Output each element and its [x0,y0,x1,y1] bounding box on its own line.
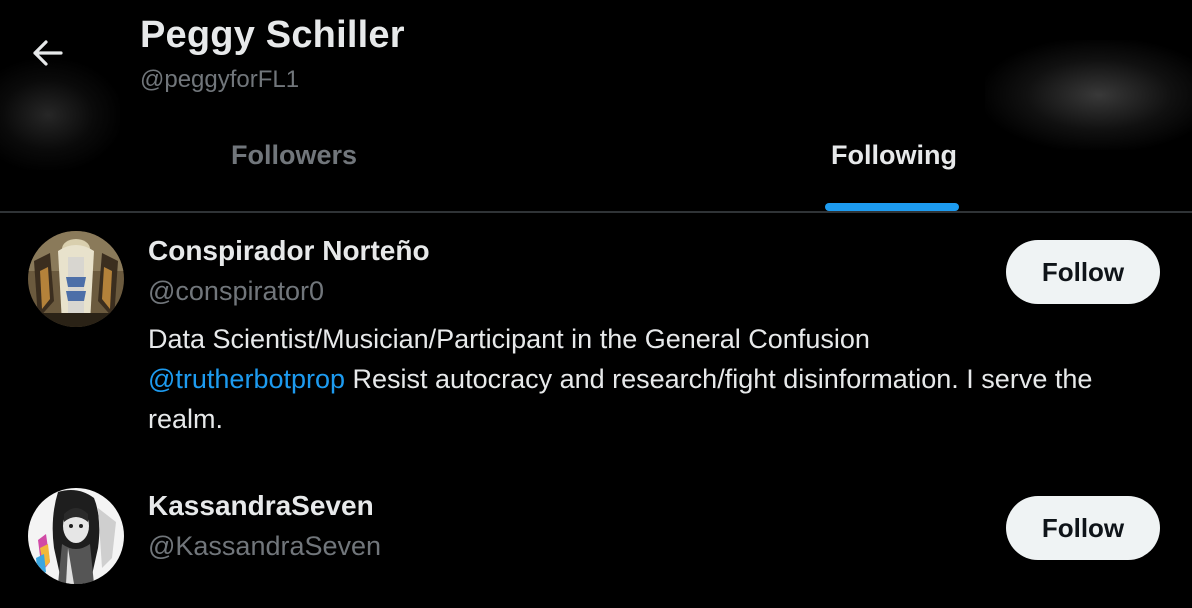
arrow-left-icon [33,40,63,66]
user-list-item[interactable]: Conspirador Norteño @conspirator0 Data S… [0,213,1192,468]
user-name[interactable]: KassandraSeven [148,490,374,522]
user-handle[interactable]: @KassandraSeven [148,531,381,562]
tab-followers[interactable]: Followers [0,124,588,212]
follow-button[interactable]: Follow [1006,496,1160,560]
back-button[interactable] [23,30,73,76]
follow-button[interactable]: Follow [1006,240,1160,304]
profile-header: Peggy Schiller @peggyforFL1 Followers Fo… [0,0,1192,212]
avatar-image [28,231,124,327]
following-page: Peggy Schiller @peggyforFL1 Followers Fo… [0,0,1192,608]
user-handle[interactable]: @conspirator0 [148,276,324,307]
profile-name: Peggy Schiller [140,14,405,56]
profile-handle: @peggyforFL1 [140,66,300,93]
tab-following[interactable]: Following [596,124,1192,212]
avatar[interactable] [28,231,124,327]
active-tab-indicator [825,203,959,211]
avatar-image [28,488,124,584]
user-bio: Data Scientist/Musician/Participant in t… [148,319,1128,439]
user-list-item[interactable]: KassandraSeven @KassandraSeven Follow [0,468,1192,608]
bio-text: Data Scientist/Musician/Participant in t… [148,324,870,354]
user-name[interactable]: Conspirador Norteño [148,235,430,267]
bio-mention-link[interactable]: @trutherbotprop [148,364,345,394]
tab-label: Following [831,140,957,170]
avatar[interactable] [28,488,124,584]
tab-label: Followers [230,140,358,170]
